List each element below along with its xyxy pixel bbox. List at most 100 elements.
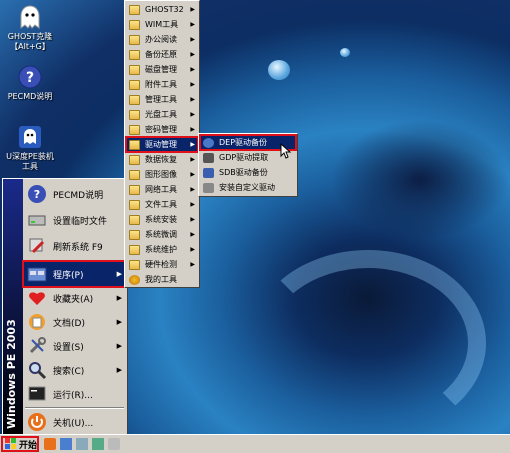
svg-text:?: ? <box>34 188 40 201</box>
programs-item-label: 硬件检测 <box>145 260 177 269</box>
submenu-arrow-icon: ▶ <box>190 261 195 268</box>
ghost-icon <box>17 4 43 30</box>
water-droplet <box>340 48 350 57</box>
programs-item[interactable]: 驱动管理 ▶ <box>125 136 199 153</box>
desktop-icon-installer[interactable]: U深度PE装机 工具 <box>2 124 58 172</box>
folder-icon <box>129 19 140 30</box>
chip-icon <box>203 152 214 163</box>
programs-item[interactable]: 系统维护 ▶ <box>126 242 198 257</box>
drive-icon <box>27 210 47 230</box>
submenu-arrow-icon: ▶ <box>190 231 195 238</box>
programs-item[interactable]: 备份还原 ▶ <box>126 47 198 62</box>
folder-icon <box>129 49 140 60</box>
programs-item[interactable]: 附件工具 ▶ <box>126 77 198 92</box>
submenu-arrow-icon: ▶ <box>116 294 122 302</box>
quicklaunch-network-icon[interactable] <box>76 438 88 450</box>
submenu-arrow-icon: ▶ <box>190 51 195 58</box>
programs-item[interactable]: 管理工具 ▶ <box>126 92 198 107</box>
submenu-arrow-icon: ▶ <box>190 111 195 118</box>
programs-item-label: 系统安装 <box>145 215 177 224</box>
start-item-shutdown[interactable]: 关机(U)... <box>23 409 126 435</box>
quicklaunch-drive-icon[interactable] <box>108 438 120 450</box>
start-item-programs[interactable]: 程序(P) ▶ <box>22 260 127 288</box>
settings-icon <box>27 336 47 356</box>
programs-item[interactable]: 系统微调 ▶ <box>126 227 198 242</box>
desktop-icon-pecmd[interactable]: ? PECMD说明 <box>2 64 58 102</box>
shutdown-icon <box>27 412 47 432</box>
programs-item-label: 附件工具 <box>145 80 177 89</box>
water-shadow <box>330 120 510 240</box>
submenu-arrow-icon: ▶ <box>190 81 195 88</box>
driver-menu-item-label: 安装自定义驱动 <box>219 183 275 192</box>
svg-text:?: ? <box>26 70 34 86</box>
programs-item[interactable]: 光盘工具 ▶ <box>126 107 198 122</box>
start-item-label: 文档(D) <box>53 318 85 329</box>
programs-item[interactable]: 数据恢复 ▶ <box>126 152 198 167</box>
start-item-favorites[interactable]: 收藏夹(A) ▶ <box>23 285 126 311</box>
submenu-arrow-icon: ▶ <box>190 66 195 73</box>
folder-icon <box>129 199 140 210</box>
programs-item[interactable]: 图形图像 ▶ <box>126 167 198 182</box>
programs-item[interactable]: 系统安装 ▶ <box>126 212 198 227</box>
start-item-settings[interactable]: 设置(S) ▶ <box>23 333 126 359</box>
folder-icon <box>129 139 140 150</box>
start-item-label: 设置临时文件 <box>53 216 108 227</box>
submenu-arrow-icon: ▶ <box>190 156 195 163</box>
start-item-pecmd[interactable]: ? PECMD说明 <box>23 181 126 207</box>
programs-item-label: 系统维护 <box>145 245 177 254</box>
start-item-label: PECMD说明 <box>53 190 104 201</box>
submenu-arrow-icon: ▶ <box>190 126 195 133</box>
start-item-label: 设置(S) <box>53 342 84 353</box>
start-item-label: 搜索(C) <box>53 366 85 377</box>
start-button[interactable]: 开始 <box>1 436 39 452</box>
water-droplet <box>268 60 290 80</box>
programs-item[interactable]: GHOST32 ▶ <box>126 2 198 17</box>
refresh-icon <box>27 236 47 256</box>
programs-item[interactable]: 磁盘管理 ▶ <box>126 62 198 77</box>
start-item-refresh[interactable]: 刷新系统 F9 <box>23 233 126 259</box>
start-item-run[interactable]: 运行(R)... <box>23 381 126 407</box>
programs-item[interactable]: 硬件检测 ▶ <box>126 257 198 272</box>
programs-item[interactable]: 我的工具 <box>126 272 198 287</box>
driver-menu-item[interactable]: SDB驱动备份 <box>200 165 296 180</box>
desktop-icon-ghost[interactable]: GHOST克隆 【Alt+G】 <box>2 4 58 52</box>
folder-icon <box>129 214 140 225</box>
programs-item[interactable]: 密码管理 ▶ <box>126 122 198 137</box>
submenu-arrow-icon: ▶ <box>116 342 122 350</box>
favorites-icon <box>27 288 47 308</box>
submenu-arrow-icon: ▶ <box>190 216 195 223</box>
programs-item[interactable]: 办公阅读 ▶ <box>126 32 198 47</box>
programs-item[interactable]: WIM工具 ▶ <box>126 17 198 32</box>
programs-item-label: 光盘工具 <box>145 110 177 119</box>
programs-item-label: 网络工具 <box>145 185 177 194</box>
quicklaunch-desktop-icon[interactable] <box>60 438 72 450</box>
search-icon <box>27 360 47 380</box>
driver-menu-item[interactable]: 安装自定义驱动 <box>200 180 296 195</box>
start-item-search[interactable]: 搜索(C) ▶ <box>23 357 126 383</box>
submenu-arrow-icon: ▶ <box>116 318 122 326</box>
submenu-arrow-icon: ▶ <box>116 366 122 374</box>
folder-icon <box>129 184 140 195</box>
start-button-label: 开始 <box>19 440 38 451</box>
start-item-label: 运行(R)... <box>53 390 93 401</box>
programs-item[interactable]: 文件工具 ▶ <box>126 197 198 212</box>
programs-item-label: 系统微调 <box>145 230 177 239</box>
help-icon: ? <box>17 64 43 90</box>
submenu-arrow-icon: ▶ <box>190 6 195 13</box>
submenu-arrow-icon: ▶ <box>190 96 195 103</box>
quicklaunch-explorer-icon[interactable] <box>44 438 56 450</box>
driver-menu-item-label: SDB驱动备份 <box>219 168 268 177</box>
quicklaunch-tool-icon[interactable] <box>92 438 104 450</box>
start-item-documents[interactable]: 文档(D) ▶ <box>23 309 126 335</box>
desktop-icon-label: GHOST克隆 【Alt+G】 <box>7 32 53 51</box>
programs-item-label: 办公阅读 <box>145 35 177 44</box>
programs-item-label: GHOST32 <box>145 5 184 14</box>
start-item-tempfiles[interactable]: 设置临时文件 <box>23 207 126 233</box>
folder-icon <box>129 124 140 135</box>
folder-icon <box>129 109 140 120</box>
programs-item[interactable]: 网络工具 ▶ <box>126 182 198 197</box>
programs-item-label: 文件工具 <box>145 200 177 209</box>
submenu-arrow-icon: ▶ <box>116 270 122 278</box>
submenu-arrow-icon: ▶ <box>190 171 195 178</box>
desktop-icon-label: PECMD说明 <box>7 92 53 101</box>
